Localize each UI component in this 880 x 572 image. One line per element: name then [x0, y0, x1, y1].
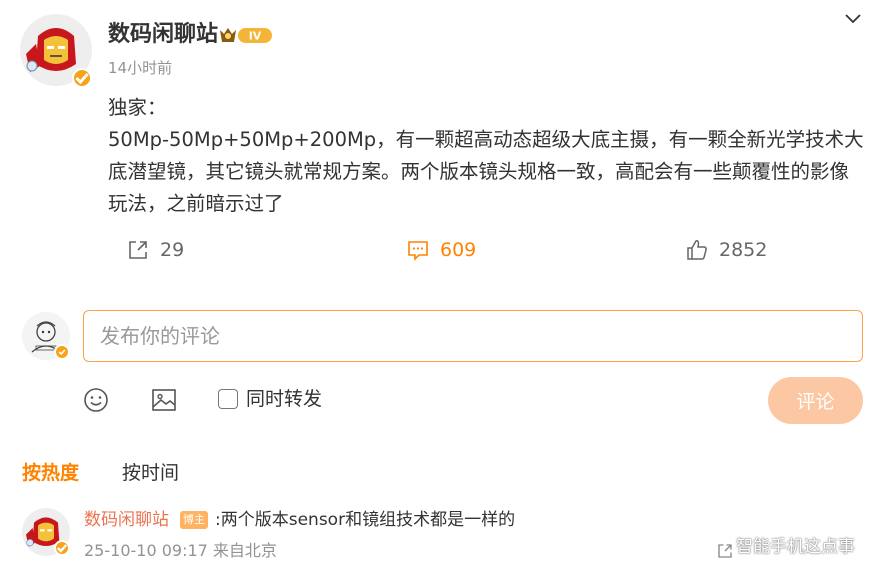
comment-input[interactable]	[83, 310, 863, 362]
repost-checkbox[interactable]	[218, 389, 238, 409]
comment-button[interactable]: 609	[406, 238, 476, 262]
author-avatar[interactable]	[20, 14, 92, 88]
comment-icon	[408, 241, 428, 261]
verified-badge-icon	[54, 344, 70, 360]
share-count: 29	[160, 239, 185, 261]
level-badge: IV	[218, 24, 274, 46]
comment-author-avatar[interactable]	[22, 508, 70, 556]
image-icon[interactable]	[150, 386, 178, 414]
like-button[interactable]: 2852	[685, 238, 767, 262]
blogger-badge: 博主	[180, 511, 208, 529]
submit-comment-button[interactable]: 评论	[768, 377, 863, 424]
emoji-icon[interactable]	[82, 386, 110, 414]
chevron-down-icon[interactable]	[842, 8, 864, 30]
like-count: 2852	[719, 239, 768, 261]
watermark: 智能手机这点事	[736, 537, 855, 557]
level-badge-text: IV	[249, 30, 262, 43]
verified-badge-icon	[72, 68, 92, 88]
post-time[interactable]: 14小时前	[108, 57, 172, 79]
comment-author-name[interactable]: 数码闲聊站	[84, 508, 169, 532]
comment-text: :两个版本sensor和镜组技术都是一样的	[215, 510, 516, 530]
my-avatar[interactable]	[22, 312, 70, 360]
comment-share-icon[interactable]	[716, 542, 734, 560]
share-button[interactable]: 29	[126, 238, 184, 262]
sort-by-time-tab[interactable]: 按时间	[122, 460, 179, 486]
repost-label[interactable]: 同时转发	[246, 386, 322, 412]
post-body-text: 独家： 50Mp-50Mp+50Mp+200Mp，有一颗超高动态超级大底主摄，有…	[108, 96, 864, 215]
comment-meta: 25-10-10 09:17 来自北京	[84, 541, 277, 560]
author-name[interactable]: 数码闲聊站	[108, 20, 218, 50]
sort-by-hot-tab[interactable]: 按热度	[22, 460, 79, 486]
comment-count: 609	[440, 239, 477, 261]
verified-badge-icon	[54, 540, 70, 556]
share-icon	[129, 241, 147, 259]
thumbs-up-icon	[687, 240, 707, 260]
